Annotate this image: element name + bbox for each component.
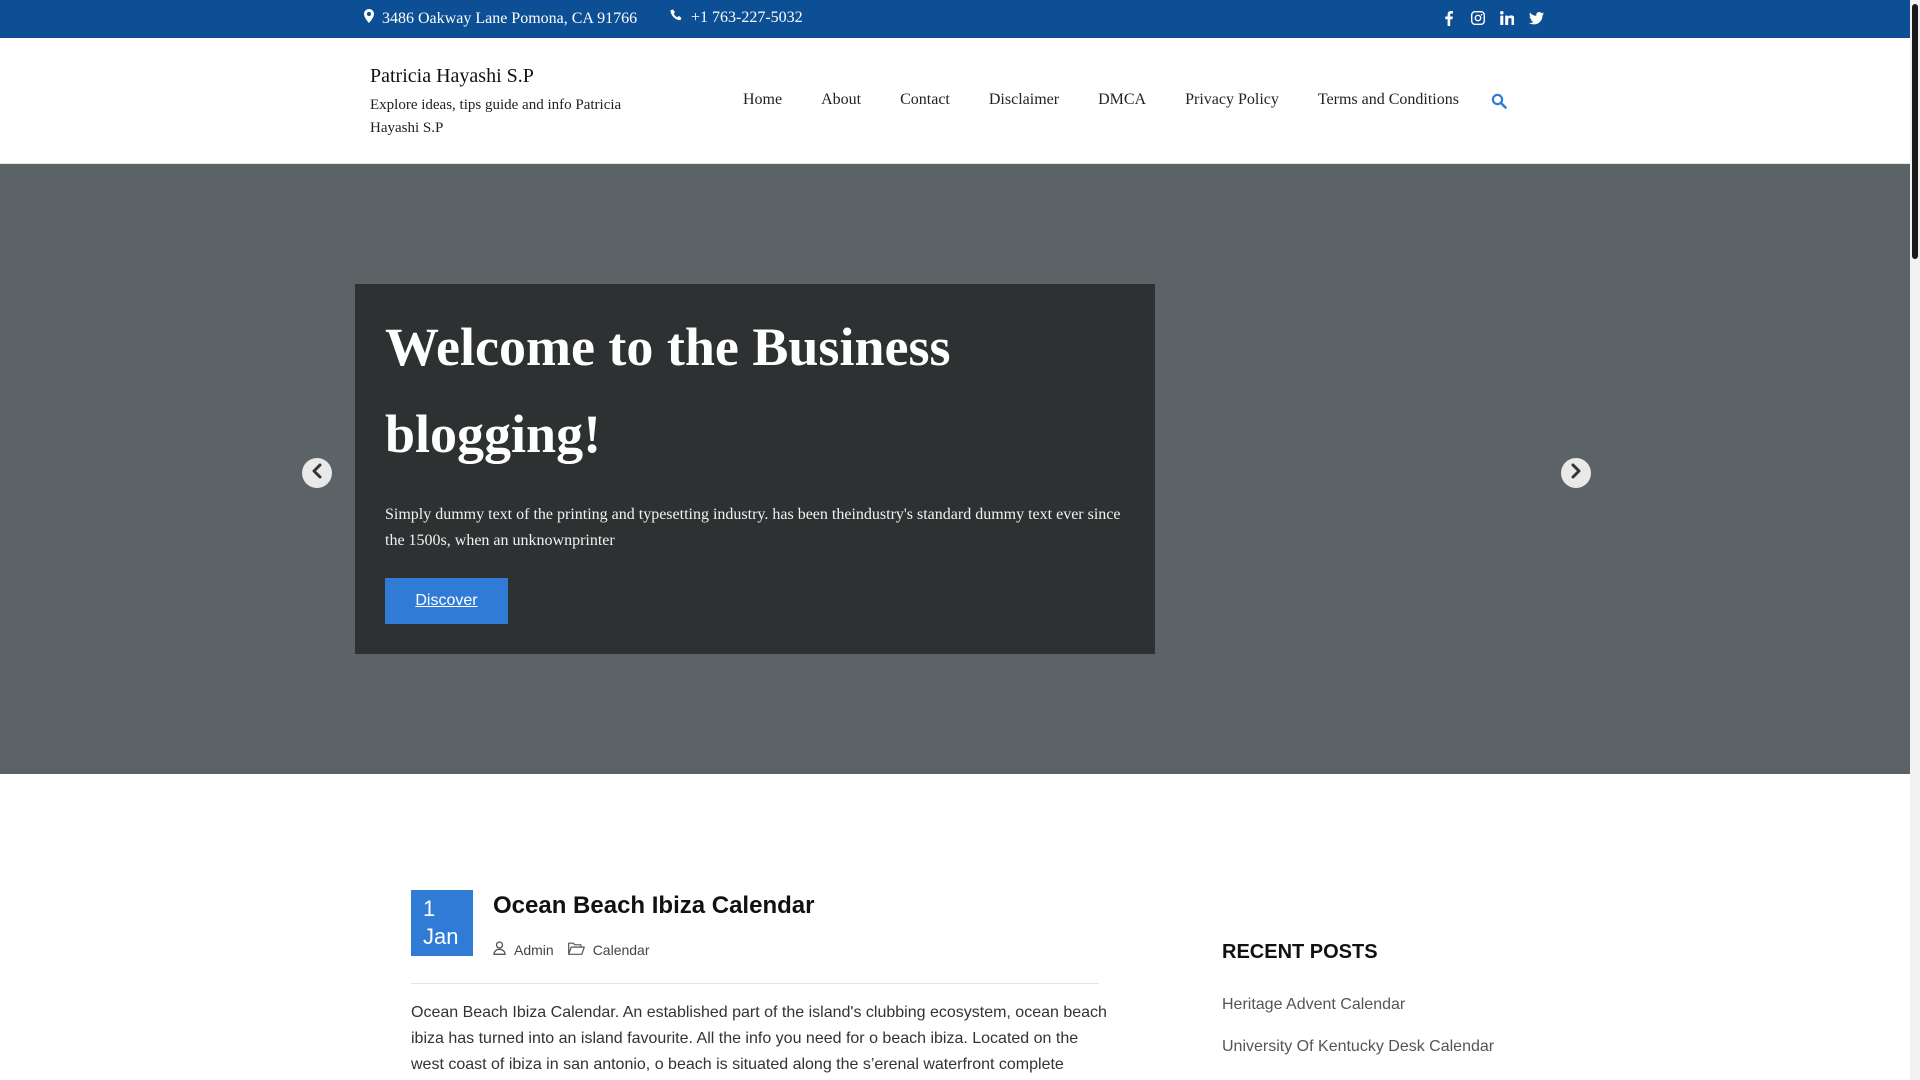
twitter-icon[interactable] <box>1528 10 1544 26</box>
hero-title: Welcome to the Business blogging! <box>385 317 951 464</box>
nav-about[interactable]: About <box>821 91 861 109</box>
hero-text: Simply dummy text of the printing and ty… <box>385 506 1121 549</box>
post-title[interactable]: Ocean Beach Ibiza Calendar <box>493 892 814 920</box>
chevron-right-icon <box>1569 463 1583 484</box>
instagram-icon[interactable] <box>1470 10 1486 26</box>
map-marker-icon <box>364 9 374 28</box>
post-excerpt: Ocean Beach Ibiza Calendar. An establish… <box>411 1004 1107 1073</box>
hero-slider: Welcome to the Business blogging! Simply… <box>0 164 1910 774</box>
nav-privacy-policy[interactable]: Privacy Policy <box>1185 91 1279 109</box>
nav-home[interactable]: Home <box>743 91 782 109</box>
post-divider <box>411 983 1099 984</box>
main-nav: Home About Contact Disclaimer DMCA Priva… <box>743 91 1459 109</box>
address-info: 3486 Oakway Lane Pomona, CA 91766 <box>364 9 637 28</box>
phone-info: +1 763-227-5032 <box>670 9 803 27</box>
scrollbar-thumb[interactable] <box>1912 4 1918 259</box>
recent-post-link[interactable]: Heritage Advent Calendar <box>1222 996 1494 1038</box>
slider-next-button[interactable] <box>1561 458 1591 488</box>
post-date-badge: 1 Jan <box>411 890 473 956</box>
nav-terms-and-conditions[interactable]: Terms and Conditions <box>1318 91 1459 109</box>
phone-text: +1 763-227-5032 <box>691 9 803 26</box>
site-header: Patricia Hayashi S.P Explore ideas, tips… <box>0 38 1910 164</box>
post-date-day: 1 <box>423 896 436 921</box>
user-icon <box>493 941 506 958</box>
nav-disclaimer[interactable]: Disclaimer <box>989 91 1059 109</box>
folder-open-icon <box>567 942 585 958</box>
address-text: 3486 Oakway Lane Pomona, CA 91766 <box>382 9 638 27</box>
page: 3486 Oakway Lane Pomona, CA 91766 +1 763… <box>0 0 1920 1080</box>
nav-dmca[interactable]: DMCA <box>1098 91 1146 109</box>
site-branding: Patricia Hayashi S.P Explore ideas, tips… <box>370 65 660 140</box>
site-tagline: Explore ideas, tips guide and info Patri… <box>370 97 622 136</box>
post-meta: Admin Calendar <box>493 941 664 958</box>
post-category-name: Calendar <box>592 941 650 958</box>
facebook-icon[interactable] <box>1441 10 1457 26</box>
site-title[interactable]: Patricia Hayashi S.P <box>370 65 660 88</box>
post-category[interactable]: Calendar <box>567 941 650 958</box>
post-author[interactable]: Admin <box>493 941 554 958</box>
chevron-left-icon <box>310 463 324 484</box>
recent-posts-list: Heritage Advent Calendar University Of K… <box>1222 996 1494 1080</box>
slider-prev-button[interactable] <box>302 458 332 488</box>
linkedin-icon[interactable] <box>1499 10 1515 26</box>
phone-icon <box>670 9 683 27</box>
hero-caption-box: Welcome to the Business blogging! Simply… <box>355 284 1155 654</box>
post-author-name: Admin <box>514 941 554 958</box>
post-date-month: Jan <box>423 924 459 949</box>
discover-button[interactable]: Discover <box>385 578 508 624</box>
recent-post-link[interactable]: University Of Kentucky Desk Calendar <box>1222 1038 1494 1080</box>
nav-contact[interactable]: Contact <box>900 91 950 109</box>
recent-posts-title: RECENT POSTS <box>1222 941 1378 963</box>
top-info-bar: 3486 Oakway Lane Pomona, CA 91766 +1 763… <box>0 0 1910 38</box>
social-links <box>1441 10 1544 26</box>
search-icon[interactable] <box>1491 93 1507 114</box>
page-scrollbar[interactable] <box>1910 0 1920 1080</box>
